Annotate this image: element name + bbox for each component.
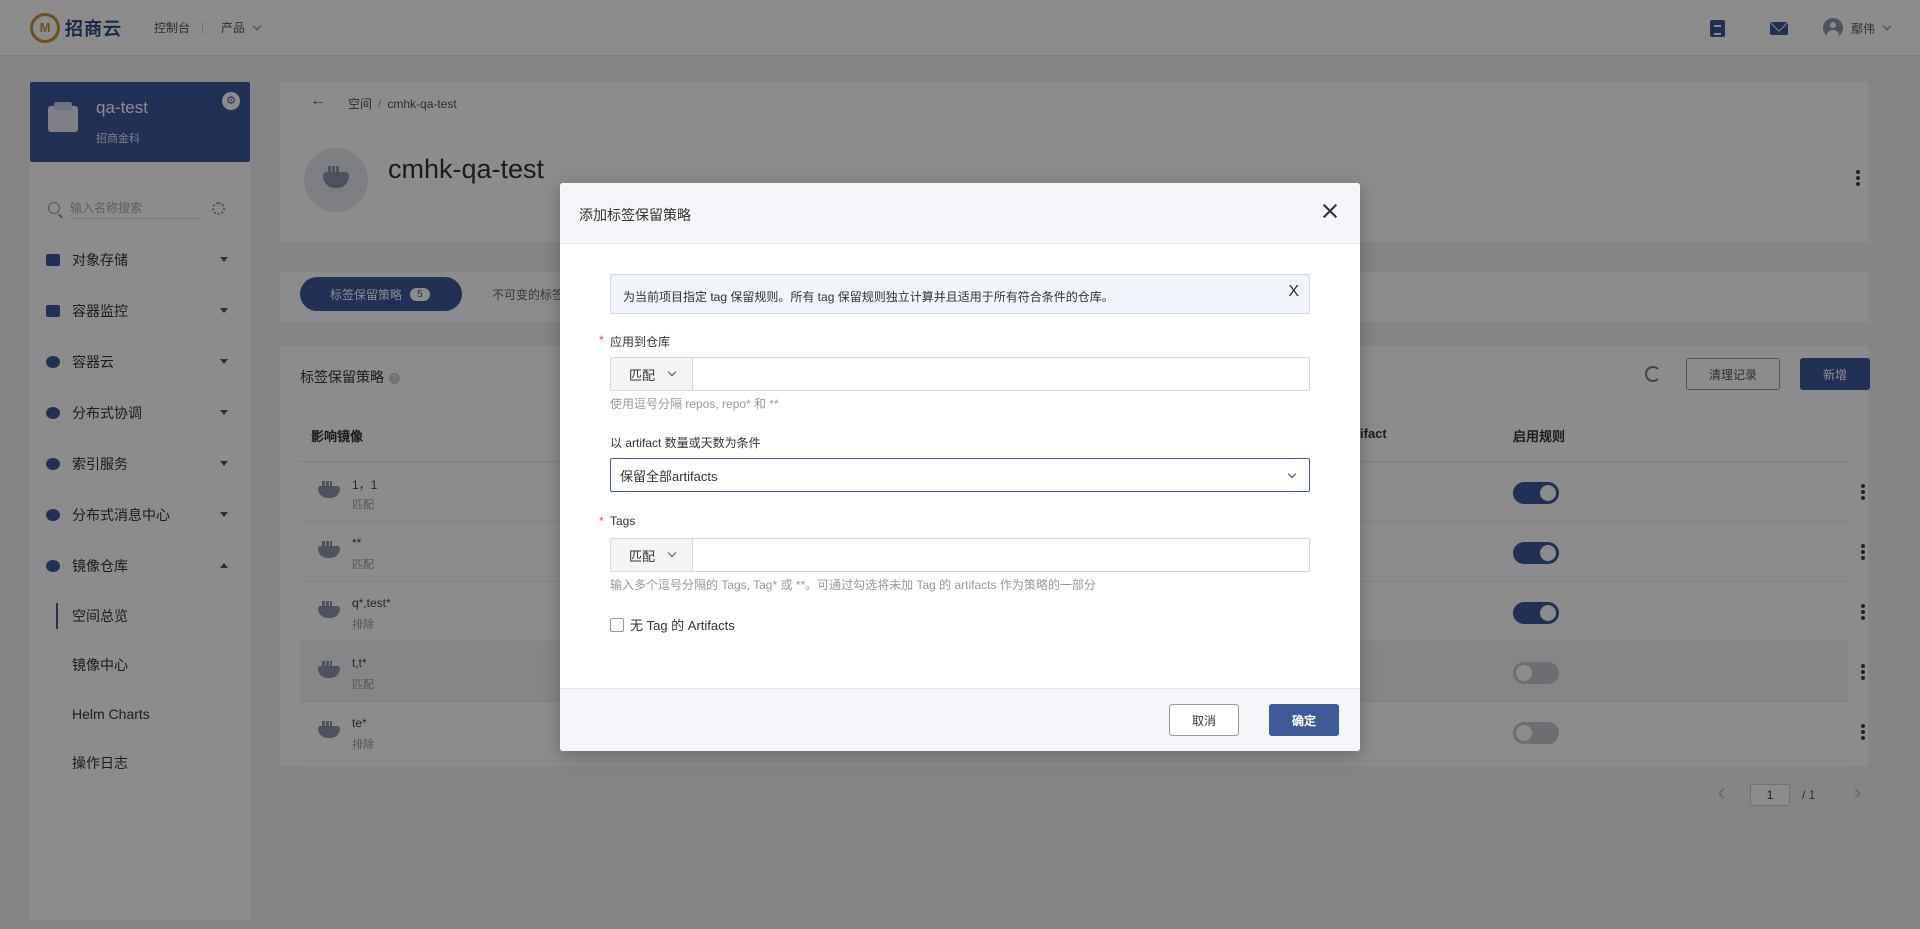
chevron-down-icon bbox=[667, 548, 677, 558]
alert-close-button[interactable]: X bbox=[1288, 283, 1299, 301]
repo-input-group: 匹配 bbox=[610, 357, 1310, 391]
cancel-button[interactable]: 取消 bbox=[1169, 704, 1239, 736]
confirm-button[interactable]: 确定 bbox=[1269, 704, 1339, 736]
repo-match-value: 匹配 bbox=[629, 367, 656, 383]
chevron-down-icon bbox=[667, 367, 677, 377]
required-mark: * bbox=[599, 514, 604, 528]
repo-field-label-text: 应用到仓库 bbox=[610, 335, 671, 349]
dialog-title: 添加标签保留策略 bbox=[579, 207, 691, 223]
repo-hint: 使用逗号分隔 repos, repo* 和 ** bbox=[610, 397, 779, 411]
add-retention-policy-dialog: 添加标签保留策略 为当前项目指定 tag 保留规则。所有 tag 保留规则独立计… bbox=[560, 183, 1360, 751]
close-icon[interactable] bbox=[1318, 199, 1342, 223]
condition-select-value: 保留全部artifacts bbox=[620, 468, 718, 484]
info-alert-text: 为当前项目指定 tag 保留规则。所有 tag 保留规则独立计算并且适用于所有符… bbox=[623, 290, 1114, 304]
chevron-down-icon bbox=[1287, 469, 1297, 479]
repo-field-label: * 应用到仓库 bbox=[599, 333, 671, 350]
tags-field-label-text: Tags bbox=[610, 514, 636, 528]
dialog-footer: 取消 确定 bbox=[560, 688, 1360, 751]
required-mark: * bbox=[599, 333, 604, 347]
condition-select[interactable]: 保留全部artifacts bbox=[610, 458, 1310, 492]
tags-pattern-input[interactable] bbox=[693, 539, 1309, 571]
dialog-header: 添加标签保留策略 bbox=[560, 183, 1360, 244]
tags-field-label: * Tags bbox=[599, 514, 636, 528]
tags-hint: 输入多个逗号分隔的 Tags, Tag* 或 **。可通过勾选将未加 Tag 的… bbox=[610, 578, 1096, 592]
repo-match-select[interactable]: 匹配 bbox=[611, 358, 693, 390]
repo-pattern-input[interactable] bbox=[693, 358, 1309, 390]
tags-match-select[interactable]: 匹配 bbox=[611, 539, 693, 571]
info-alert: 为当前项目指定 tag 保留规则。所有 tag 保留规则独立计算并且适用于所有符… bbox=[610, 274, 1310, 314]
condition-field-label: 以 artifact 数量或天数为条件 bbox=[610, 436, 761, 450]
untagged-checkbox-row[interactable]: 无 Tag 的 Artifacts bbox=[610, 615, 735, 634]
tags-match-value: 匹配 bbox=[629, 548, 656, 564]
untagged-checkbox-label: 无 Tag 的 Artifacts bbox=[630, 618, 735, 633]
tags-input-group: 匹配 bbox=[610, 538, 1310, 572]
untagged-checkbox[interactable] bbox=[610, 617, 624, 632]
